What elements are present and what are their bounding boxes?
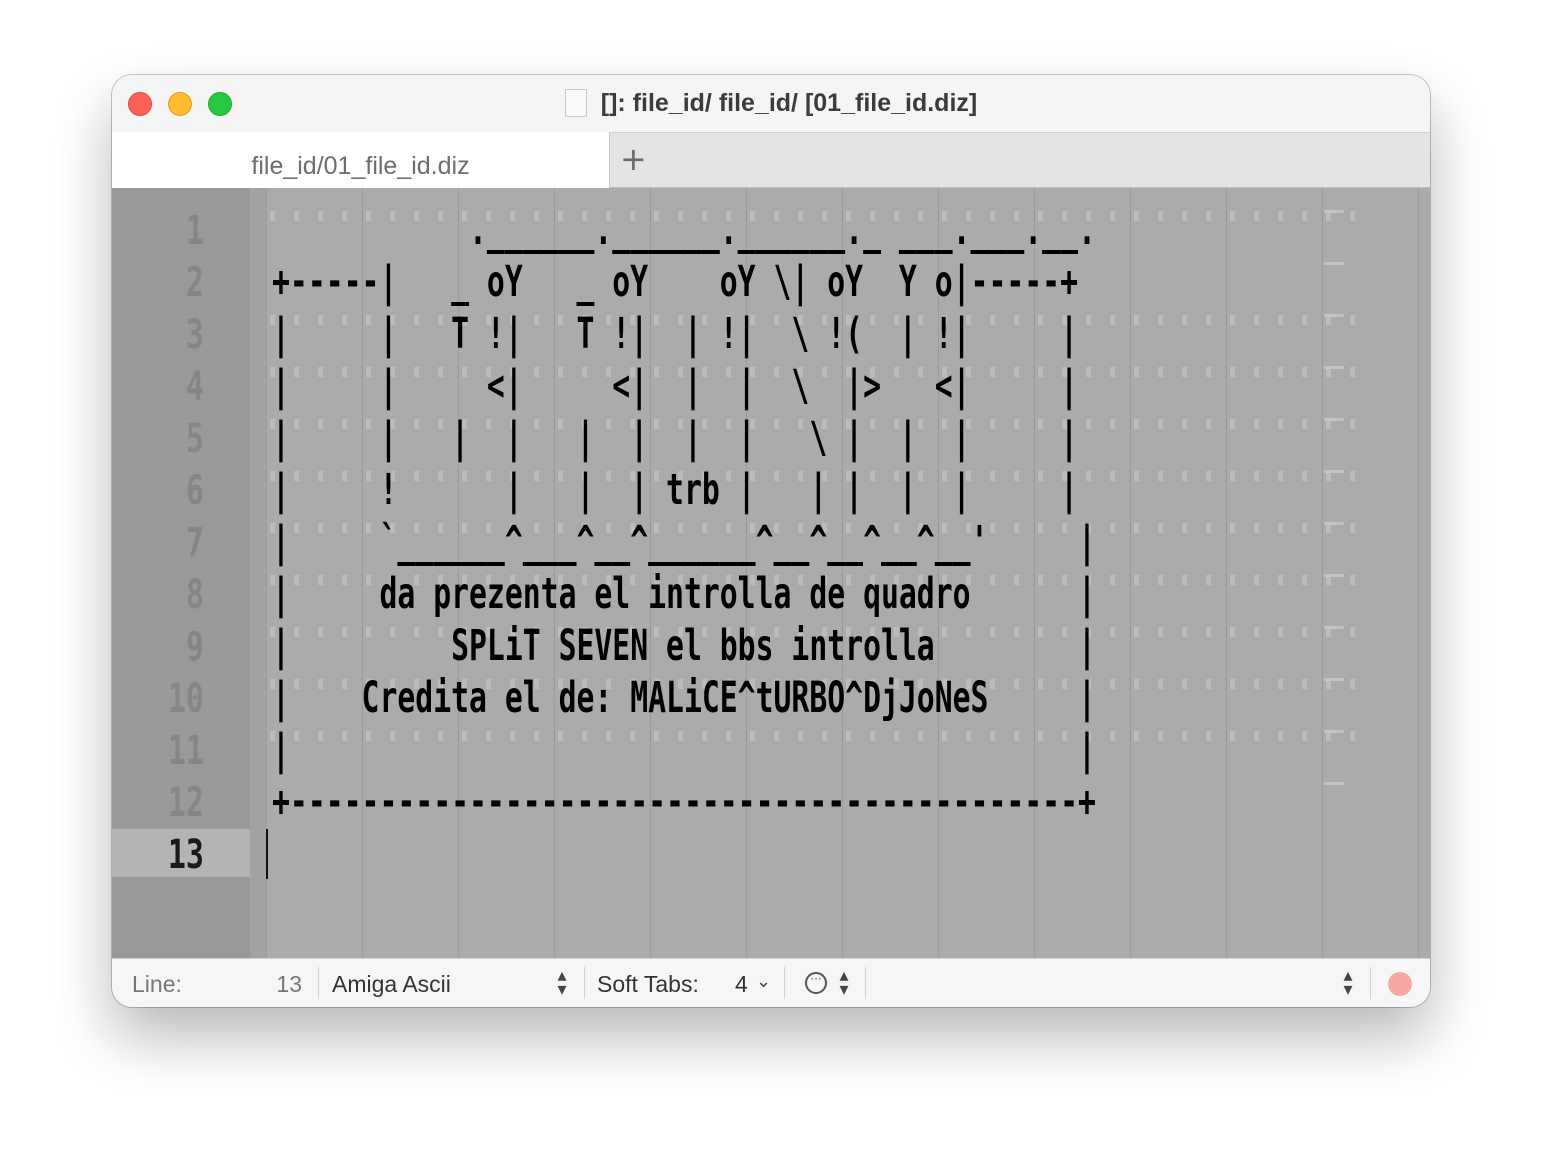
options-updown-icon[interactable]: ▴ ▾ xyxy=(836,967,852,999)
new-tab-button[interactable]: + xyxy=(620,143,647,175)
line-end-marker xyxy=(1324,418,1344,421)
tab-bar: file_id/01_file_id.diz + xyxy=(112,132,1430,189)
indent-guide xyxy=(1226,188,1227,958)
indent-guide xyxy=(1418,188,1419,958)
line-number: 6 xyxy=(185,468,204,514)
more-options-icon[interactable]: ··· xyxy=(805,972,827,994)
line-number: 4 xyxy=(185,364,204,410)
divider xyxy=(865,967,866,999)
divider xyxy=(1370,967,1371,999)
soft-tabs-value[interactable]: 4 xyxy=(735,971,748,998)
title-bar[interactable]: []: file_id/ file_id/ [01_file_id.diz] xyxy=(112,75,1430,132)
line-end-marker xyxy=(1324,626,1344,629)
line-end-marker xyxy=(1324,730,1344,733)
gutter-separator xyxy=(250,188,266,958)
window-title: []: file_id/ file_id/ [01_file_id.diz] xyxy=(600,89,978,117)
status-bar: Line: 13 Amiga Ascii ▴ ▾ Soft Tabs: 4 ⌄ ·… xyxy=(112,958,1430,1007)
record-macro-icon[interactable] xyxy=(1388,972,1412,996)
line-number: 12 xyxy=(167,780,204,826)
line-number: 9 xyxy=(185,624,204,670)
line-number: 10 xyxy=(167,676,204,722)
line-end-marker xyxy=(1324,522,1344,525)
line-end-marker xyxy=(1324,210,1344,213)
tab-01-file-id[interactable]: file_id/01_file_id.diz xyxy=(112,132,610,189)
text-cursor xyxy=(266,829,268,879)
text-editor[interactable]: 1 2 3 4 5 6 7 8 9 10 11 12 13 .______.__… xyxy=(112,188,1430,958)
line-end-marker xyxy=(1324,678,1344,681)
line-number-current: 13 xyxy=(167,832,204,878)
indent-guide xyxy=(1322,188,1323,958)
line-number: 2 xyxy=(185,260,204,306)
line-number: 5 xyxy=(185,416,204,462)
line-number: 1 xyxy=(185,208,204,254)
line-number: 11 xyxy=(167,728,204,774)
line-number: 8 xyxy=(185,572,204,618)
line-number: 3 xyxy=(185,312,204,358)
editor-window: []: file_id/ file_id/ [01_file_id.diz] f… xyxy=(112,75,1430,1007)
line-number: 7 xyxy=(185,520,204,566)
document-icon[interactable] xyxy=(564,89,587,117)
line-end-marker xyxy=(1324,782,1344,785)
line-end-marker xyxy=(1324,366,1344,369)
line-end-marker xyxy=(1324,574,1344,577)
line-number-gutter: 1 2 3 4 5 6 7 8 9 10 11 12 13 xyxy=(112,188,250,958)
line-value[interactable]: 13 xyxy=(272,971,302,998)
line-end-marker xyxy=(1324,470,1344,473)
chevron-down-icon[interactable]: ⌄ xyxy=(756,971,771,992)
encoding-updown-icon[interactable]: ▴ ▾ xyxy=(554,967,570,999)
file-content[interactable]: .______.______.______._ ___.___.__. +---… xyxy=(272,205,1096,829)
line-label: Line: xyxy=(132,971,182,997)
indent-guide xyxy=(1130,188,1131,958)
line-end-marker xyxy=(1324,262,1344,265)
window-title-container: []: file_id/ file_id/ [01_file_id.diz] xyxy=(112,89,1430,118)
line-end-marker xyxy=(1324,314,1344,317)
divider xyxy=(784,967,785,999)
divider xyxy=(584,967,585,999)
soft-tabs-label[interactable]: Soft Tabs: xyxy=(597,971,699,998)
symbol-updown-icon[interactable]: ▴ ▾ xyxy=(1340,967,1356,999)
encoding-selector[interactable]: Amiga Ascii xyxy=(332,971,451,998)
divider xyxy=(318,967,319,999)
